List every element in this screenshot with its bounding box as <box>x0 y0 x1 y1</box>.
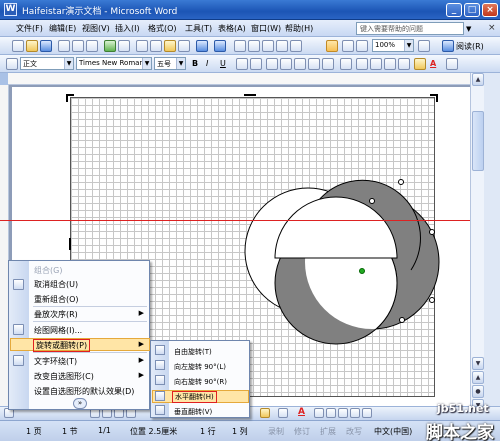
rotate-right-icon <box>155 375 165 385</box>
watermark-site: jb51.net <box>437 402 489 415</box>
status-overwrite[interactable]: 改写 <box>346 426 362 437</box>
scroll-thumb[interactable] <box>472 111 484 171</box>
submenu-rotate-left[interactable]: 向左旋转 90°(L) <box>174 362 226 372</box>
status-column: 1 列 <box>232 427 248 436</box>
rotate-flip-submenu: 自由旋转(T) 向左旋转 90°(L) 向右旋转 90°(R) 水平翻转(H) … <box>150 340 250 418</box>
status-track[interactable]: 修订 <box>294 426 310 437</box>
line-color-icon[interactable] <box>278 408 288 418</box>
line-style-icon[interactable] <box>314 408 324 418</box>
scroll-down-icon[interactable]: ▼ <box>472 357 484 370</box>
selection-handle[interactable] <box>429 229 435 235</box>
selection-handle[interactable] <box>429 297 435 303</box>
3d-style-icon[interactable] <box>362 408 372 418</box>
menu-item-default-effect[interactable]: 设置自选图形的默认效果(D) <box>34 386 134 397</box>
submenu-free-rotate[interactable]: 自由旋转(T) <box>174 347 212 357</box>
menu-item-rotate-flip[interactable]: 旋转或翻转(P) <box>33 339 91 352</box>
submenu-flip-horizontal[interactable]: 水平翻转(H) <box>172 391 217 403</box>
vertical-scrollbar[interactable]: ▲ ▼ ▲ ● ▼ <box>470 73 484 419</box>
submenu-arrow-icon: ▶ <box>138 356 144 364</box>
select-browse-object-icon[interactable]: ● <box>472 385 484 398</box>
status-line: 1 行 <box>200 427 216 436</box>
menu-item-regroup[interactable]: 重新组合(O) <box>34 294 79 305</box>
selection-handle[interactable] <box>399 317 405 323</box>
status-extend[interactable]: 扩展 <box>320 426 336 437</box>
rotation-handle[interactable] <box>359 268 365 274</box>
grid-icon <box>13 324 24 335</box>
free-rotate-icon <box>155 345 165 355</box>
menu-item-ungroup[interactable]: 取消组合(U) <box>34 279 78 290</box>
shadow-style-icon[interactable] <box>350 408 360 418</box>
menu-item-change-shape[interactable]: 改变自选图形(C) <box>34 371 94 382</box>
menu-item-group[interactable]: 组合(G) <box>34 265 62 276</box>
draw-font-color-icon[interactable]: A <box>298 407 305 417</box>
submenu-rotate-right[interactable]: 向右旋转 90°(R) <box>174 377 227 387</box>
submenu-arrow-icon: ▶ <box>138 309 144 317</box>
context-menu: 组合(G) 取消组合(U) 重新组合(O) 叠放次序(R) ▶ 绘图网格(I).… <box>8 260 150 410</box>
ungroup-icon <box>13 279 24 290</box>
status-record[interactable]: 录制 <box>268 426 284 437</box>
menu-separator <box>33 352 147 353</box>
status-language: 中文(中国) <box>374 427 413 436</box>
status-page-of: 1/1 <box>98 426 111 435</box>
selection-handle[interactable] <box>398 179 404 185</box>
scroll-up-icon[interactable]: ▲ <box>472 73 484 86</box>
status-page: 1 页 <box>26 427 42 436</box>
status-bar: 1 页 1 节 1/1 位置 2.5厘米 1 行 1 列 录制 修订 扩展 改写… <box>0 420 500 441</box>
expand-menu-icon[interactable]: » <box>73 398 87 409</box>
flip-horizontal-icon <box>155 391 165 401</box>
watermark-name: 脚本之家 <box>426 423 494 441</box>
menu-separator <box>33 306 147 307</box>
rotate-left-icon <box>155 360 165 370</box>
text-wrap-icon <box>13 355 24 366</box>
selection-handle[interactable] <box>369 198 375 204</box>
menu-item-order[interactable]: 叠放次序(R) <box>34 309 78 320</box>
submenu-arrow-icon: ▶ <box>138 340 144 348</box>
status-section: 1 节 <box>62 427 78 436</box>
menu-item-grid[interactable]: 绘图网格(I)... <box>34 325 82 336</box>
right-frame <box>484 73 500 419</box>
flip-vertical-icon <box>155 405 165 415</box>
submenu-flip-vertical[interactable]: 垂直翻转(V) <box>174 407 212 417</box>
prev-page-icon[interactable]: ▲ <box>472 371 484 384</box>
red-guide-line <box>0 220 500 221</box>
status-position: 位置 2.5厘米 <box>130 427 178 436</box>
menu-item-text-wrap[interactable]: 文字环绕(T) <box>34 356 77 367</box>
arrow-style-icon[interactable] <box>338 408 348 418</box>
dash-style-icon[interactable] <box>326 408 336 418</box>
submenu-arrow-icon: ▶ <box>138 371 144 379</box>
menu-separator <box>33 321 147 322</box>
fill-color-icon[interactable] <box>260 408 270 418</box>
